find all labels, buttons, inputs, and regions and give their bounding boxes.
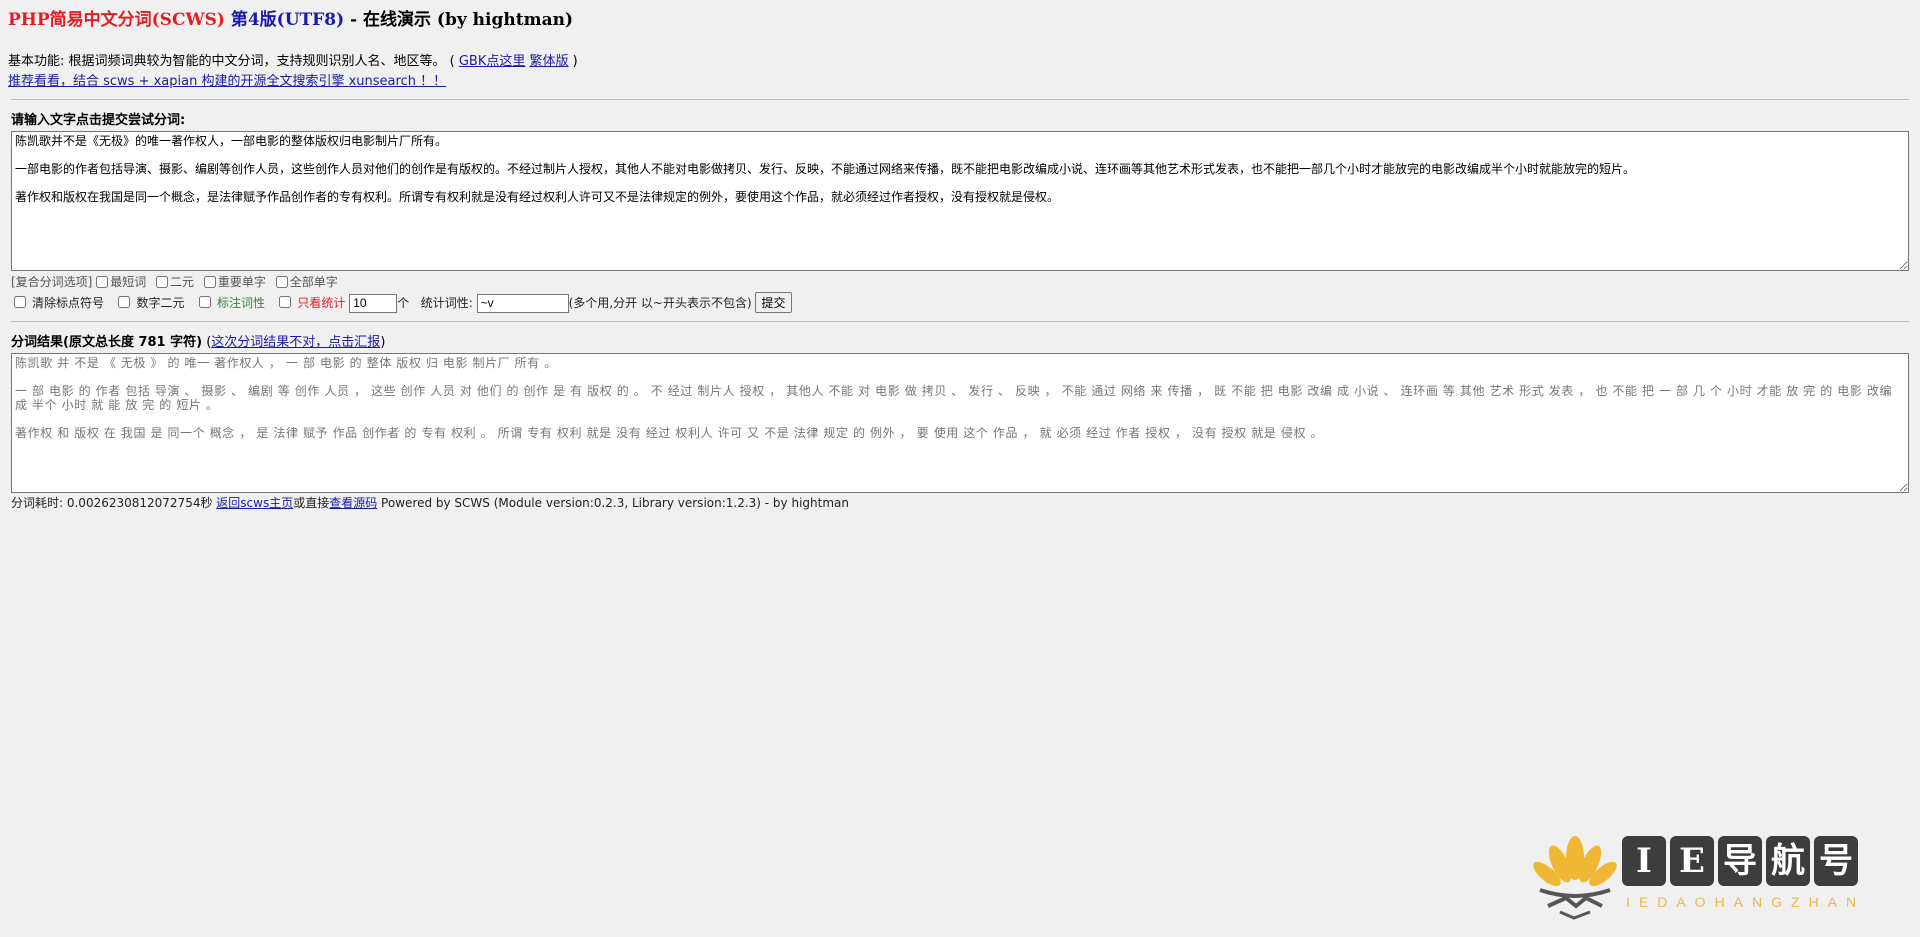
stats-only-checkbox[interactable]: [279, 296, 292, 308]
page-title: PHP简易中文分词(SCWS) 第4版(UTF8) - 在线演示 (by hig…: [8, 0, 1912, 32]
option-all-single[interactable]: 全部单字: [275, 275, 338, 289]
important-single-checkbox[interactable]: [203, 276, 216, 288]
recommend-link[interactable]: 推荐看看，结合 scws + xapian 构建的开源全文搜索引擎 xunsea…: [8, 74, 446, 89]
divider-middle: [11, 321, 1909, 322]
report-close: ): [380, 335, 386, 350]
watermark-letters: I E 导 航 号: [1622, 836, 1858, 886]
report-open: (: [202, 335, 212, 350]
clear-punct-label: 清除标点符号: [32, 296, 105, 310]
features-text: 基本功能: 根据词频词典较为智能的中文分词，支持规则识别人名、地区等。 (: [8, 54, 459, 69]
shortest-label: 最短词: [110, 275, 147, 289]
compound-options: [复合分词选项] 最短词 二元 重要单字 全部单字: [11, 274, 1912, 290]
stats-only-label: 只看统计: [297, 296, 346, 310]
scws-home-link[interactable]: 返回scws主页: [216, 496, 293, 510]
watermark-logo: I E 导 航 号 IEDAOHANGZHAN: [1530, 828, 1900, 928]
timing-text: 分词耗时: 0.0026230812072754秒: [11, 496, 217, 510]
powered-text: Powered by SCWS (Module version:0.2.3, L…: [377, 496, 849, 510]
page-root: PHP简易中文分词(SCWS) 第4版(UTF8) - 在线演示 (by hig…: [0, 0, 1912, 511]
wm-letter-4: 航: [1766, 836, 1810, 886]
report-link[interactable]: 这次分词结果不对，点击汇报: [211, 335, 380, 350]
duality-label: 二元: [170, 275, 195, 289]
traditional-link[interactable]: 繁体版: [530, 54, 569, 69]
wm-letter-1: I: [1622, 836, 1666, 886]
submit-button[interactable]: 提交: [755, 292, 792, 313]
result-textarea[interactable]: 陈凯歌 并 不是 《 无极 》 的 唯一 著作权人 ， 一 部 电影 的 整体 …: [11, 353, 1909, 493]
all-single-checkbox[interactable]: [275, 276, 288, 288]
title-subtitle: - 在线演示 (by hightman): [344, 10, 573, 30]
show-attr-label: 标注词性: [216, 296, 265, 310]
digit-duality-label: 数字二元: [136, 296, 185, 310]
clear-punct-checkbox[interactable]: [14, 296, 26, 308]
option-important-single[interactable]: 重要单字: [203, 275, 266, 289]
extra-options: 清除标点符号 数字二元 标注词性 只看统计 个 统计词性: (多个用,分开 以~…: [11, 292, 1912, 314]
wm-letter-5: 号: [1814, 836, 1858, 886]
input-textarea[interactable]: 陈凯歌并不是《无极》的唯一著作权人，一部电影的整体版权归电影制片厂所有。 一部电…: [11, 131, 1909, 271]
result-label-row: 分词结果(原文总长度 781 字符) (这次分词结果不对，点击汇报): [11, 335, 1912, 351]
digit-duality-checkbox[interactable]: [118, 296, 131, 308]
count-unit: 个: [397, 296, 410, 310]
title-product: PHP简易中文分词(SCWS): [8, 10, 225, 30]
or-text: 或直接: [293, 496, 330, 510]
gbk-link[interactable]: GBK点这里: [459, 54, 526, 69]
watermark-subtitle: IEDAOHANGZHAN: [1626, 894, 1866, 910]
input-label: 请输入文字点击提交尝试分词:: [11, 113, 186, 128]
show-attr-checkbox[interactable]: [198, 296, 211, 308]
result-label: 分词结果(原文总长度 781 字符): [11, 335, 203, 350]
shortest-checkbox[interactable]: [96, 276, 109, 288]
important-single-label: 重要单字: [217, 275, 266, 289]
divider-top: [11, 99, 1909, 100]
wm-letter-3: 导: [1718, 836, 1762, 886]
count-input[interactable]: [349, 293, 398, 313]
attr-label: 统计词性:: [420, 296, 473, 310]
view-source-link[interactable]: 查看源码: [329, 496, 377, 510]
compound-options-label: [复合分词选项]: [11, 275, 93, 289]
duality-checkbox[interactable]: [156, 276, 169, 288]
attr-hint: (多个用,分开 以~开头表示不包含): [568, 296, 752, 310]
footer: 分词耗时: 0.0026230812072754秒 返回scws主页或直接查看源…: [11, 495, 1912, 511]
option-shortest[interactable]: 最短词: [96, 275, 146, 289]
attr-input[interactable]: [476, 293, 569, 313]
all-single-label: 全部单字: [289, 275, 338, 289]
wm-letter-2: E: [1670, 836, 1714, 886]
lotus-handshake-icon: [1533, 836, 1617, 920]
title-version: 第4版(UTF8): [230, 10, 345, 30]
close-paren: ): [568, 54, 578, 69]
intro-block: 基本功能: 根据词频词典较为智能的中文分词，支持规则识别人名、地区等。 ( GB…: [8, 52, 1912, 92]
option-duality[interactable]: 二元: [156, 275, 194, 289]
